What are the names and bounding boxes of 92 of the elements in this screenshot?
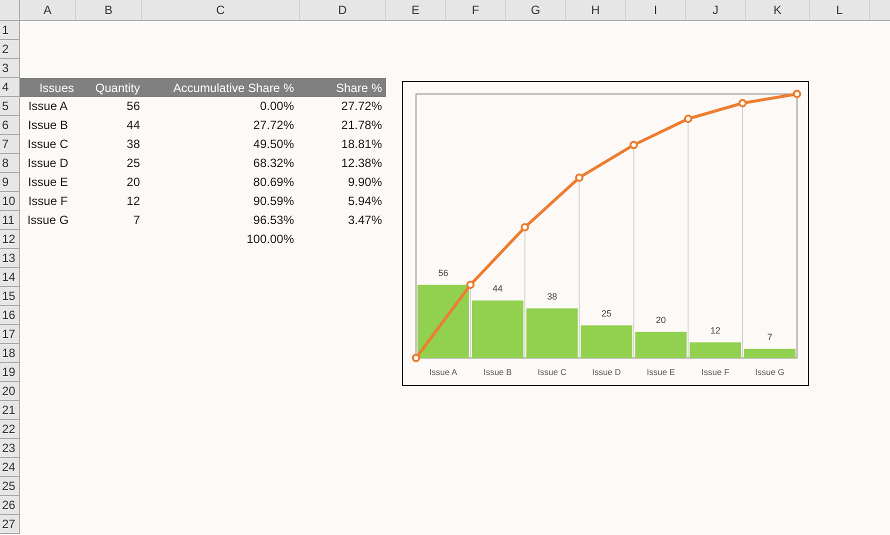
table-cell-text: 7 [132,212,141,229]
row-header[interactable]: 6 [0,116,20,135]
table-header-cell: Accumulative Share % [142,78,300,97]
row-header[interactable]: 5 [0,97,20,116]
table-cell-text: 68.32% [252,155,295,172]
row-header[interactable]: 22 [0,420,20,439]
row-header[interactable]: 1 [0,21,20,40]
row-header[interactable]: 26 [0,496,20,515]
table-cell-text: 100.00% [246,231,295,248]
column-header[interactable]: K [746,0,810,20]
table-cell-text: 12 [126,193,141,210]
table-cell-text: 25 [126,155,141,172]
data-label: 7 [767,332,772,342]
table-cell-text: 27.72% [340,98,383,115]
row-header[interactable]: 19 [0,363,20,382]
row-header[interactable]: 27 [0,515,20,534]
data-label: 12 [710,325,720,336]
table-cell-text: 38 [126,136,141,153]
data-label: 44 [492,284,503,294]
category-label: Issue A [429,367,458,377]
row-header[interactable]: 12 [0,230,20,249]
column-header[interactable]: L [810,0,870,20]
data-label: 20 [656,314,666,325]
data-label: 25 [602,308,612,318]
table-cell-text: 80.69% [252,174,295,191]
column-header[interactable]: C [142,0,300,20]
table-cell-text: 18.81% [340,136,383,153]
table-cell-text: 9.90% [346,174,383,191]
bar [526,308,578,358]
bar [690,342,742,358]
row-header[interactable]: 3 [0,59,20,78]
table-cell-text: 21.78% [340,117,383,134]
column-header[interactable]: H [566,0,626,20]
row-header[interactable]: 9 [0,173,20,192]
table-cell-text: Issue F [27,193,69,210]
row-header[interactable]: 20 [0,382,20,401]
row-header[interactable]: 8 [0,154,20,173]
table-cell-text: 20 [126,174,141,191]
column-header[interactable]: F [446,0,506,20]
table-cell-text: 56 [126,98,141,115]
row-header[interactable]: 2 [0,40,20,59]
row-header[interactable]: 17 [0,325,20,344]
table-header-cell: Quantity [76,78,142,97]
row-header[interactable]: 23 [0,439,20,458]
table-cell-text: Issue A [27,98,69,115]
column-header[interactable]: B [76,0,142,20]
column-header[interactable]: I [626,0,686,20]
category-label: Issue D [592,367,621,377]
column-header[interactable]: G [506,0,566,20]
row-header[interactable]: 4 [0,78,20,97]
bar [744,348,796,358]
column-header[interactable]: E [386,0,446,20]
category-label: Issue G [755,367,784,377]
category-label: Issue E [646,367,676,377]
row-header[interactable]: 25 [0,477,20,496]
table-cell-text: Issue E [26,174,70,191]
bar [580,325,632,358]
row-header[interactable]: 18 [0,344,20,363]
table-header-cell: Share % [300,78,386,97]
data-label: 38 [547,291,558,302]
row-header[interactable]: 11 [0,211,20,230]
row-header[interactable]: 15 [0,287,20,306]
table-cell-text: 0.00% [258,98,295,115]
table-cell-text: Issue C [26,136,70,153]
category-label: Issue F [701,367,730,377]
bar [472,300,524,358]
table-cell-text: 49.50% [252,136,295,153]
row-header[interactable]: 10 [0,192,20,211]
column-header[interactable]: J [686,0,746,20]
column-header[interactable]: D [300,0,386,20]
table-cell-text: 90.59% [252,193,295,210]
table-cell-text: Issue G [26,212,70,229]
category-label: Issue C [538,367,566,377]
table-cell-text: Issue B [26,117,70,134]
table-header-cell: Issues [20,78,76,97]
row-header[interactable]: 13 [0,249,20,268]
column-header[interactable]: A [20,0,76,20]
table-cell-text: 12.38% [340,155,383,172]
row-header[interactable]: 21 [0,401,20,420]
row-header[interactable]: 16 [0,306,20,325]
table-cell-text: 5.94% [346,193,383,210]
table-cell-text: 44 [126,117,141,134]
data-label: 56 [438,268,448,278]
table-cell-text: 96.53% [252,212,295,229]
table-cell-text: 3.47% [346,212,383,229]
table-cell-text: 27.72% [252,117,295,134]
table-cell-text: Issue D [26,155,70,172]
bar [635,332,687,358]
row-header[interactable]: 14 [0,268,20,287]
row-header[interactable]: 24 [0,458,20,477]
row-header[interactable]: 7 [0,135,20,154]
category-label: Issue B [483,367,512,377]
